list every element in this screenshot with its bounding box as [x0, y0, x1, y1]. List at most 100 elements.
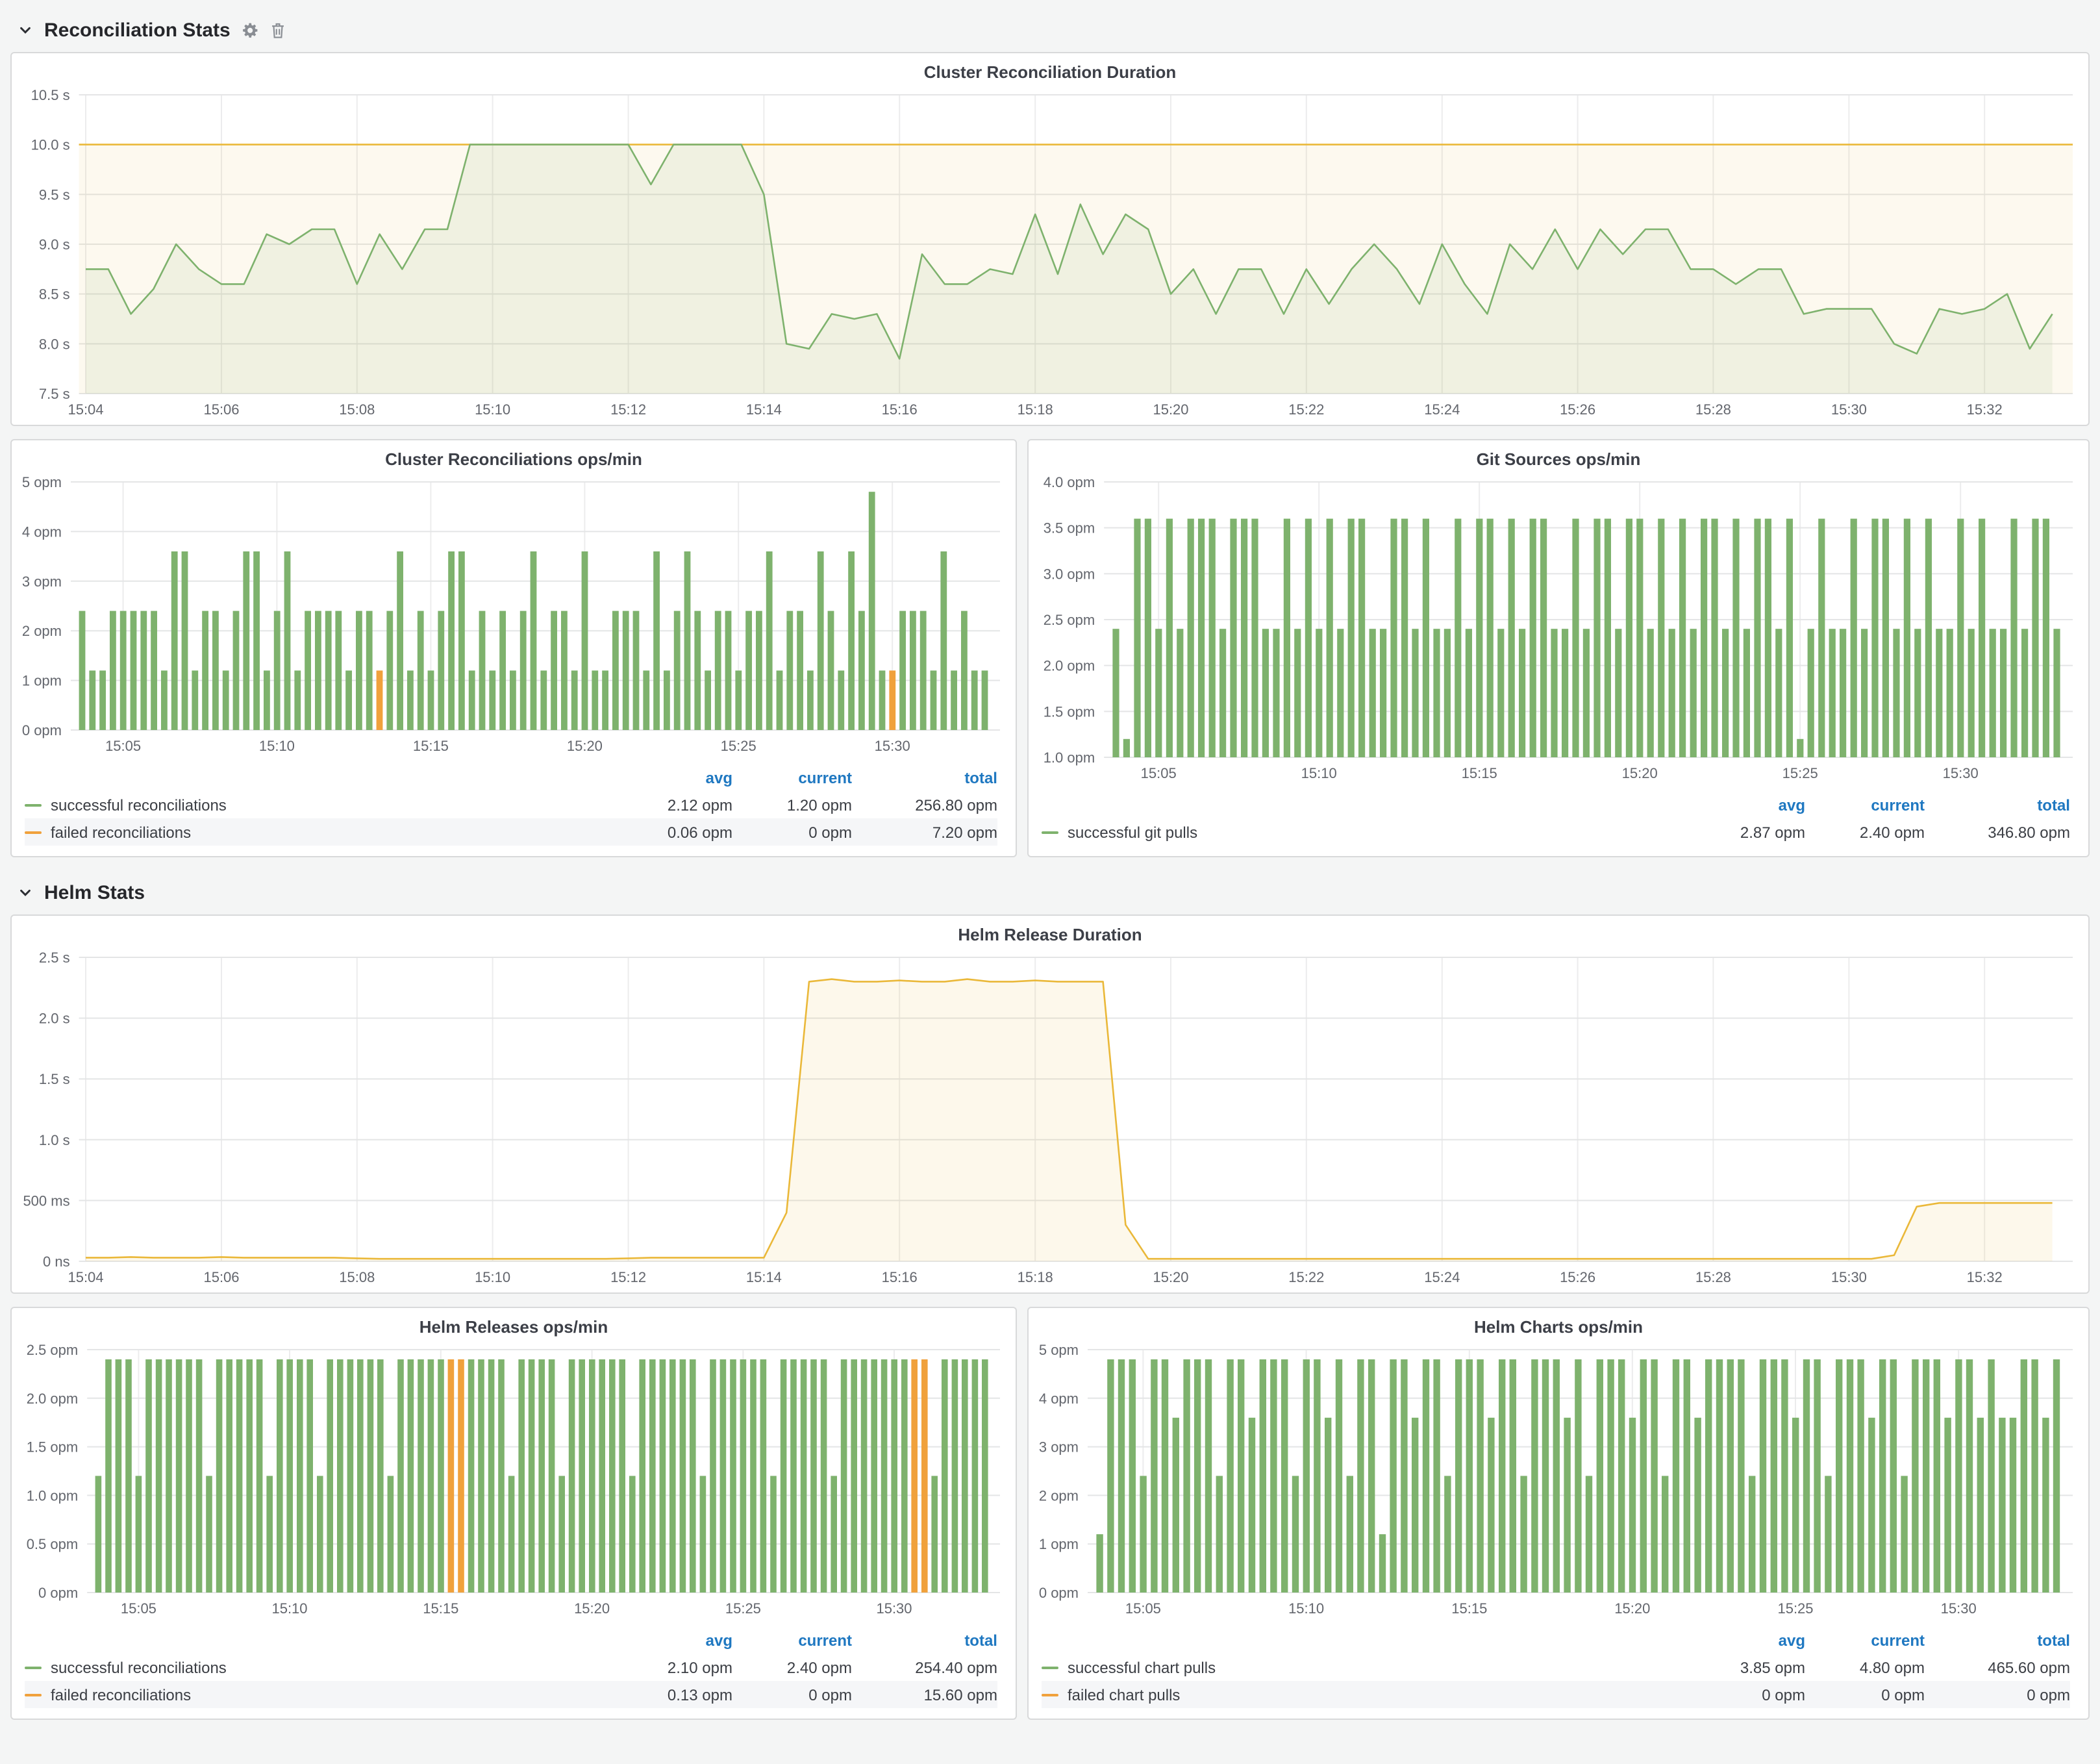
svg-text:9.0 s: 9.0 s [39, 236, 70, 253]
svg-text:15:24: 15:24 [1424, 401, 1460, 418]
legend-col-avg[interactable]: avg [613, 768, 732, 787]
svg-text:15:06: 15:06 [203, 1269, 239, 1285]
svg-text:15:25: 15:25 [725, 1600, 761, 1617]
legend-current-value: 0 opm [732, 1685, 852, 1704]
svg-text:10.5 s: 10.5 s [31, 87, 70, 103]
chart-helm-charts-opm[interactable]: 15:0515:1015:1515:2015:2515:300 opm1 opm… [1029, 1339, 2088, 1624]
svg-text:15:20: 15:20 [1614, 1600, 1650, 1617]
legend-col-avg[interactable]: avg [1686, 1631, 1805, 1649]
chart-git-sources-opm[interactable]: 15:0515:1015:1515:2015:2515:301.0 opm1.5… [1029, 472, 2088, 788]
legend-col-current[interactable]: current [1805, 1631, 1925, 1649]
legend-col-current[interactable]: current [732, 1631, 852, 1649]
panel-title-helm-charts-opm[interactable]: Helm Charts ops/min [1029, 1308, 2088, 1339]
svg-text:2 opm: 2 opm [1039, 1487, 1079, 1504]
svg-text:15:05: 15:05 [1141, 765, 1177, 781]
svg-text:15:04: 15:04 [68, 1269, 103, 1285]
legend-avg-value: 0 opm [1686, 1685, 1805, 1704]
series-marker [25, 1693, 42, 1696]
series-label[interactable]: successful reconciliations [51, 1658, 227, 1676]
legend-current-value: 0 opm [732, 823, 852, 841]
svg-text:15:26: 15:26 [1560, 1269, 1595, 1285]
panel-helm-releases-opm: Helm Releases ops/min 15:0515:1015:1515:… [10, 1307, 1017, 1720]
svg-text:4.0 opm: 4.0 opm [1044, 474, 1095, 490]
svg-text:3 opm: 3 opm [1039, 1439, 1079, 1455]
svg-text:15:15: 15:15 [423, 1600, 458, 1617]
legend-helm-charts: avg current total successful chart pulls… [1029, 1624, 2088, 1719]
row-title: Helm Stats [44, 881, 145, 903]
svg-text:9.5 s: 9.5 s [39, 186, 70, 203]
panel-title-git-sources-opm[interactable]: Git Sources ops/min [1029, 440, 2088, 472]
svg-text:15:20: 15:20 [1153, 401, 1188, 418]
panel-title-cluster-reconciliation-duration[interactable]: Cluster Reconciliation Duration [12, 53, 2088, 84]
svg-text:15:18: 15:18 [1018, 1269, 1053, 1285]
svg-text:5 opm: 5 opm [1039, 1342, 1079, 1358]
legend-header: avg current total [25, 1626, 997, 1654]
series-marker [25, 803, 42, 806]
svg-text:2.5 opm: 2.5 opm [27, 1342, 79, 1358]
chart-cluster-reconciliations-opm[interactable]: 15:0515:1015:1515:2015:2515:300 opm1 opm… [12, 472, 1016, 761]
svg-text:15:15: 15:15 [413, 738, 449, 754]
svg-text:15:20: 15:20 [567, 738, 603, 754]
trash-icon[interactable] [271, 21, 286, 38]
svg-text:15:32: 15:32 [1967, 1269, 2003, 1285]
svg-text:15:10: 15:10 [1301, 765, 1337, 781]
series-label[interactable]: failed reconciliations [51, 823, 191, 841]
panel-helm-release-duration: Helm Release Duration 15:04 15:06 15:08 15:… [10, 914, 2090, 1294]
svg-text:15:20: 15:20 [1622, 765, 1658, 781]
svg-text:15:28: 15:28 [1695, 401, 1731, 418]
svg-text:1.5 s: 1.5 s [39, 1071, 70, 1087]
svg-text:15:12: 15:12 [610, 1269, 646, 1285]
series-label[interactable]: failed chart pulls [1068, 1685, 1180, 1704]
series-marker [1042, 1666, 1058, 1669]
svg-text:5 opm: 5 opm [22, 474, 62, 490]
svg-text:15:16: 15:16 [882, 401, 918, 418]
panel-title-helm-release-duration[interactable]: Helm Release Duration [12, 916, 2088, 947]
svg-text:15:30: 15:30 [875, 738, 910, 754]
panel-title-cluster-reconciliations-opm[interactable]: Cluster Reconciliations ops/min [12, 440, 1016, 472]
legend-current-value: 2.40 opm [732, 1658, 852, 1676]
svg-text:8.0 s: 8.0 s [39, 336, 70, 352]
svg-text:15:22: 15:22 [1288, 1269, 1324, 1285]
svg-text:1 opm: 1 opm [1039, 1536, 1079, 1552]
legend-col-avg[interactable]: avg [613, 1631, 732, 1649]
row-header-reconciliation-stats[interactable]: Reconciliation Stats [18, 13, 2090, 47]
chart-helm-releases-opm[interactable]: 15:0515:1015:1515:2015:2515:300 opm0.5 o… [12, 1339, 1016, 1624]
svg-text:15:08: 15:08 [339, 1269, 375, 1285]
series-label[interactable]: successful reconciliations [51, 796, 227, 814]
series-label[interactable]: failed reconciliations [51, 1685, 191, 1704]
svg-text:15:10: 15:10 [475, 401, 510, 418]
gear-icon[interactable] [242, 21, 259, 38]
svg-text:15:30: 15:30 [876, 1600, 912, 1617]
svg-text:15:15: 15:15 [1451, 1600, 1487, 1617]
row-header-helm-stats[interactable]: Helm Stats [18, 876, 2090, 909]
legend-header: avg current total [1042, 791, 2070, 818]
svg-text:1 opm: 1 opm [22, 673, 62, 689]
legend-col-total[interactable]: total [1925, 1631, 2070, 1649]
legend-total-value: 346.80 opm [1925, 823, 2070, 841]
svg-text:3.5 opm: 3.5 opm [1044, 520, 1095, 536]
legend-col-current[interactable]: current [1805, 796, 1925, 814]
svg-text:15:24: 15:24 [1424, 1269, 1460, 1285]
legend-col-total[interactable]: total [1925, 796, 2070, 814]
svg-text:4 opm: 4 opm [1039, 1391, 1079, 1407]
chart-helm-release-duration[interactable]: 15:0415:0615:0815:1015:1215:1415:1615:18… [12, 947, 2088, 1292]
legend-col-avg[interactable]: avg [1686, 796, 1805, 814]
panel-title-helm-releases-opm[interactable]: Helm Releases ops/min [12, 1308, 1016, 1339]
chart-cluster-reconciliation-duration[interactable]: 15:0415:0615:0815:1015:1215:1415:1615:18… [12, 84, 2088, 425]
svg-text:1.5 opm: 1.5 opm [27, 1439, 79, 1455]
svg-text:15:30: 15:30 [1831, 401, 1867, 418]
svg-text:3 opm: 3 opm [22, 573, 62, 590]
series-marker [25, 831, 42, 833]
legend-total-value: 465.60 opm [1925, 1658, 2070, 1676]
svg-text:15:20: 15:20 [574, 1600, 610, 1617]
svg-text:1.0 opm: 1.0 opm [1044, 750, 1095, 766]
legend-header: avg current total [25, 764, 997, 791]
legend-col-total[interactable]: total [852, 768, 997, 787]
svg-text:8.5 s: 8.5 s [39, 286, 70, 303]
series-label[interactable]: successful chart pulls [1068, 1658, 1216, 1676]
series-label[interactable]: successful git pulls [1068, 823, 1197, 841]
svg-text:3.0 opm: 3.0 opm [1044, 566, 1095, 582]
legend-col-current[interactable]: current [732, 768, 852, 787]
legend-current-value: 1.20 opm [732, 796, 852, 814]
legend-col-total[interactable]: total [852, 1631, 997, 1649]
